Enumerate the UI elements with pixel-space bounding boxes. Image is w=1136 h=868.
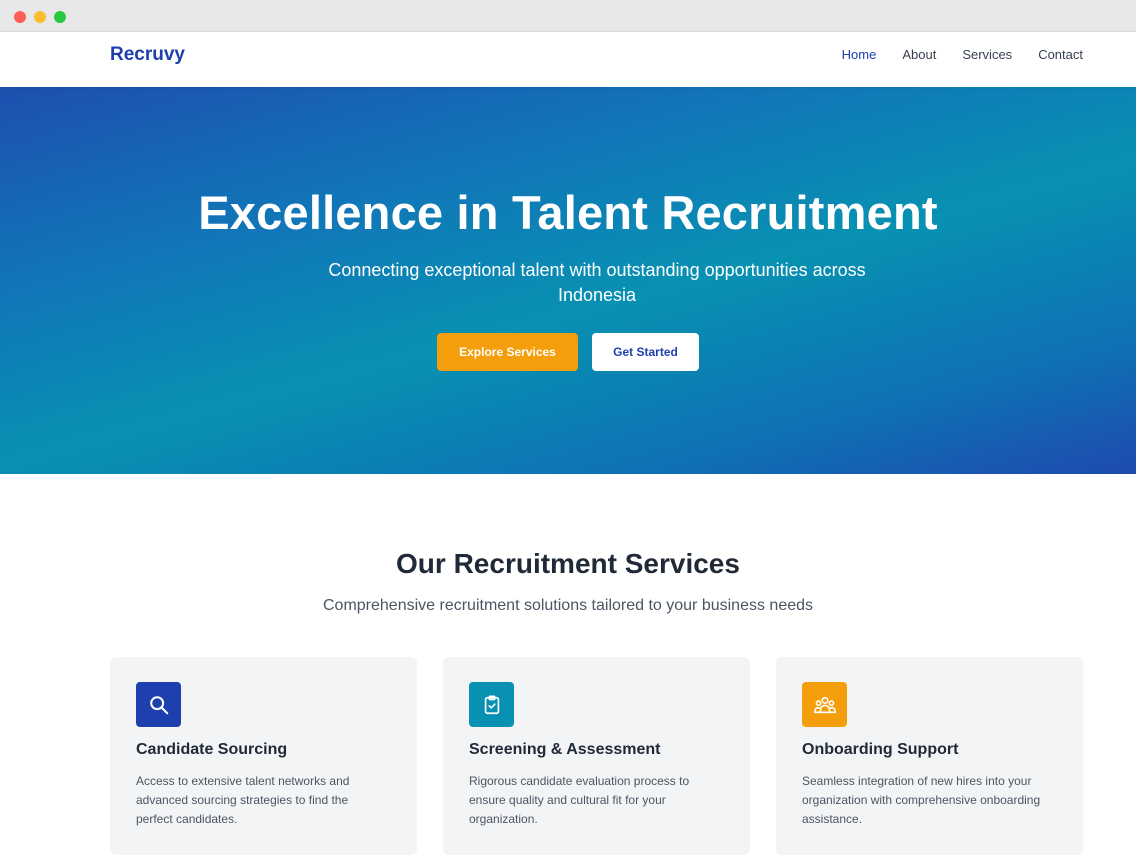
- services-title: Our Recruitment Services: [396, 548, 740, 579]
- hero-section: Excellence in Talent Recruitment Connect…: [0, 87, 1136, 474]
- brand-logo[interactable]: Recruvy: [110, 44, 185, 66]
- search-icon: [136, 682, 181, 727]
- clipboard-check-icon: [469, 682, 514, 727]
- minimize-window-button[interactable]: [34, 11, 46, 23]
- maximize-window-button[interactable]: [54, 11, 66, 23]
- explore-services-button[interactable]: Explore Services: [437, 333, 578, 371]
- card-title: Candidate Sourcing: [136, 741, 288, 758]
- card-description: Rigorous candidate evaluation process to…: [469, 774, 690, 826]
- close-window-button[interactable]: [14, 11, 26, 23]
- nav-link-contact[interactable]: Contact: [1038, 47, 1083, 62]
- service-card-candidate-sourcing: Candidate Sourcing Access to extensive t…: [110, 657, 417, 855]
- hero-buttons: Explore Services Get Started: [0, 333, 1136, 371]
- window-titlebar: [0, 0, 1136, 32]
- get-started-button[interactable]: Get Started: [592, 333, 699, 371]
- nav-link-services[interactable]: Services: [962, 47, 1012, 62]
- service-card-screening-assessment: Screening & Assessment Rigorous candidat…: [443, 657, 750, 855]
- nav-links: Home About Services Contact: [842, 47, 1083, 62]
- card-description: Access to extensive talent networks and …: [136, 774, 350, 826]
- navbar: Recruvy Home About Services Contact: [0, 32, 1136, 87]
- card-title: Screening & Assessment: [469, 741, 661, 758]
- service-card-onboarding-support: Onboarding Support Seamless integration …: [776, 657, 1083, 855]
- nav-link-home[interactable]: Home: [842, 47, 877, 62]
- services-subtitle: Comprehensive recruitment solutions tail…: [322, 597, 814, 614]
- hero-subtitle: Connecting exceptional talent with outst…: [328, 260, 866, 305]
- nav-link-about[interactable]: About: [902, 47, 936, 62]
- hero-title: Excellence in Talent Recruitment: [198, 186, 938, 239]
- card-description: Seamless integration of new hires into y…: [802, 774, 1041, 826]
- users-group-icon: [802, 682, 847, 727]
- card-title: Onboarding Support: [802, 741, 959, 758]
